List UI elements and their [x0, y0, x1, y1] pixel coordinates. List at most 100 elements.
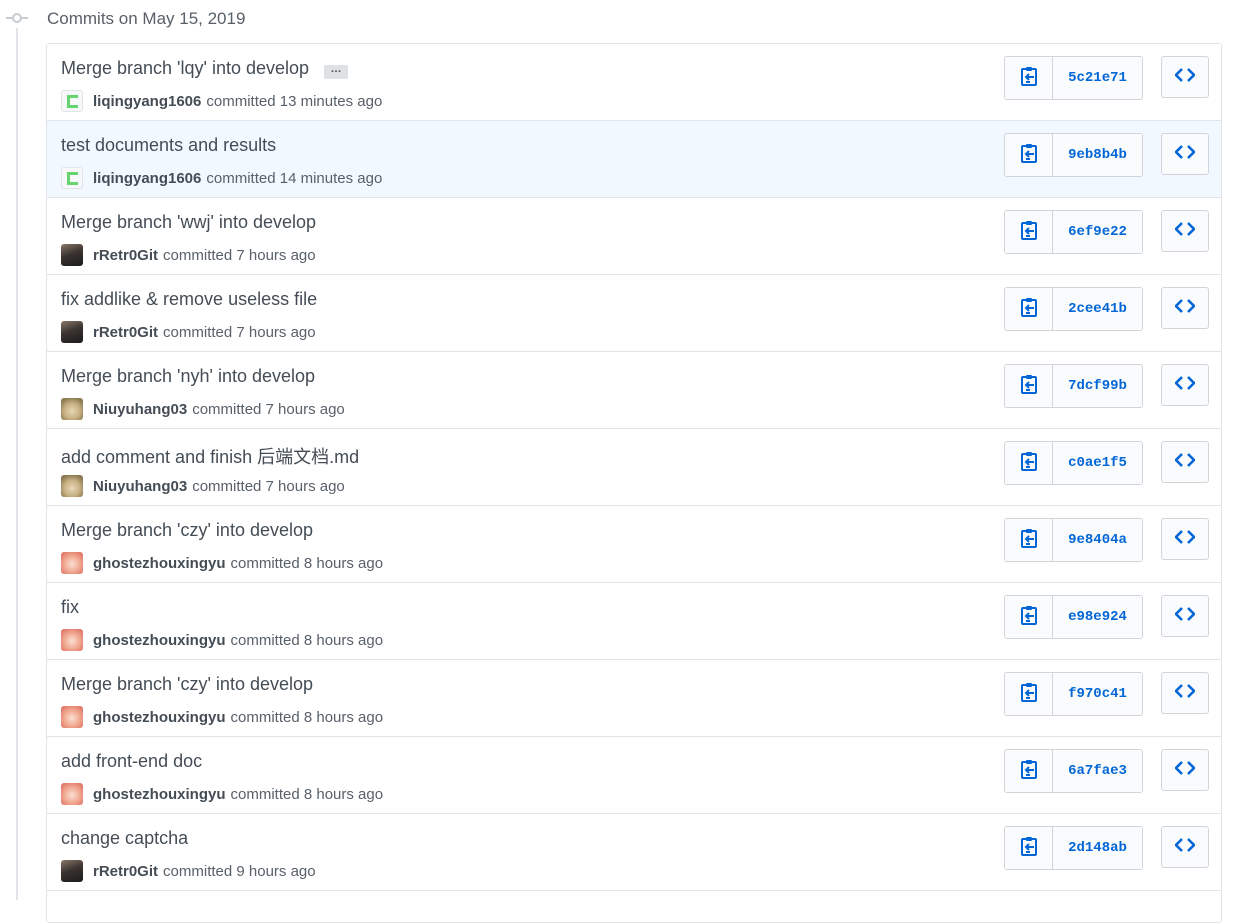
copy-sha-button[interactable] — [1005, 519, 1053, 561]
timeline-line — [16, 28, 18, 900]
avatar[interactable] — [61, 552, 83, 574]
browse-repo-button[interactable] — [1161, 749, 1209, 791]
copy-sha-button[interactable] — [1005, 673, 1053, 715]
clipboard-icon — [1020, 528, 1038, 553]
commit-author-link[interactable]: ghostezhouxingyu — [93, 555, 226, 572]
commit-sha-link[interactable]: 6a7fae3 — [1053, 750, 1142, 792]
commit-time: committed 7 hours ago — [163, 323, 316, 341]
code-icon — [1174, 298, 1196, 318]
commit-message-link[interactable]: change captcha — [61, 828, 188, 848]
code-icon — [1174, 606, 1196, 626]
commit-row: Merge branch 'wwj' into develop rRetr0Gi… — [47, 198, 1221, 275]
commit-row: add comment and finish 后端文档.md Niuyuhang… — [47, 429, 1221, 506]
browse-repo-button[interactable] — [1161, 441, 1209, 483]
avatar[interactable] — [61, 244, 83, 266]
commit-group-header: Commits on May 15, 2019 — [0, 0, 1234, 36]
sha-button-group: f970c41 — [1004, 672, 1143, 716]
commit-sha-link[interactable]: 2d148ab — [1053, 827, 1142, 869]
clipboard-icon — [1020, 759, 1038, 784]
browse-repo-button[interactable] — [1161, 133, 1209, 175]
copy-sha-button[interactable] — [1005, 827, 1053, 869]
commit-message-link[interactable]: Merge branch 'czy' into develop — [61, 520, 313, 540]
code-icon — [1174, 67, 1196, 87]
commit-author-link[interactable]: ghostezhouxingyu — [93, 709, 226, 726]
commit-author-link[interactable]: Niuyuhang03 — [93, 478, 187, 495]
browse-repo-button[interactable] — [1161, 210, 1209, 252]
commit-row: add front-end doc ghostezhouxingyu commi… — [47, 737, 1221, 814]
commit-sha-link[interactable]: c0ae1f5 — [1053, 442, 1142, 484]
browse-repo-button[interactable] — [1161, 595, 1209, 637]
commit-sha-link[interactable]: 5c21e71 — [1053, 57, 1142, 99]
commit-meta: rRetr0Git committed 9 hours ago — [61, 859, 316, 883]
copy-sha-button[interactable] — [1005, 596, 1053, 638]
commit-message-link[interactable]: Merge branch 'lqy' into develop — [61, 58, 309, 78]
commit-time: committed 8 hours ago — [230, 785, 384, 803]
commit-row: test documents and results liqingyang160… — [47, 121, 1221, 198]
commit-time: committed 9 hours ago — [163, 862, 316, 880]
commit-row: change captcha rRetr0Git committed 9 hou… — [47, 814, 1221, 891]
commit-meta: Niuyuhang03 committed 7 hours ago — [61, 397, 345, 421]
commit-message-link[interactable]: add front-end doc — [61, 751, 202, 771]
copy-sha-button[interactable] — [1005, 57, 1053, 99]
sha-button-group: e98e924 — [1004, 595, 1143, 639]
commit-message-link[interactable]: Merge branch 'nyh' into develop — [61, 366, 315, 386]
browse-repo-button[interactable] — [1161, 826, 1209, 868]
commit-message-link[interactable]: Merge branch 'wwj' into develop — [61, 212, 316, 232]
sha-button-group: 6ef9e22 — [1004, 210, 1143, 254]
commit-sha-link[interactable]: f970c41 — [1053, 673, 1142, 715]
avatar[interactable] — [61, 167, 83, 189]
avatar[interactable] — [61, 398, 83, 420]
commit-meta: ghostezhouxingyu committed 8 hours ago — [61, 705, 383, 729]
copy-sha-button[interactable] — [1005, 750, 1053, 792]
commit-author-link[interactable]: ghostezhouxingyu — [93, 786, 226, 803]
commit-sha-link[interactable]: 2cee41b — [1053, 288, 1142, 330]
commit-author-link[interactable]: ghostezhouxingyu — [93, 632, 226, 649]
commit-author-link[interactable]: rRetr0Git — [93, 324, 158, 341]
avatar[interactable] — [61, 783, 83, 805]
avatar[interactable] — [61, 90, 83, 112]
avatar[interactable] — [61, 475, 83, 497]
sha-button-group: 2cee41b — [1004, 287, 1143, 331]
commit-sha-link[interactable]: 9e8404a — [1053, 519, 1142, 561]
commit-author-link[interactable]: liqingyang1606 — [93, 93, 201, 110]
commit-sha-link[interactable]: 9eb8b4b — [1053, 134, 1142, 176]
commit-author-link[interactable]: Niuyuhang03 — [93, 401, 187, 418]
copy-sha-button[interactable] — [1005, 134, 1053, 176]
commit-row: Merge branch 'nyh' into develop Niuyuhan… — [47, 352, 1221, 429]
copy-sha-button[interactable] — [1005, 442, 1053, 484]
avatar[interactable] — [61, 860, 83, 882]
commit-message-link[interactable]: test documents and results — [61, 135, 276, 155]
browse-repo-button[interactable] — [1161, 672, 1209, 714]
commit-message-link[interactable]: Merge branch 'czy' into develop — [61, 674, 313, 694]
clipboard-icon — [1020, 220, 1038, 245]
commit-row: Merge branch 'czy' into develop ghostezh… — [47, 506, 1221, 583]
commit-author-link[interactable]: liqingyang1606 — [93, 170, 201, 187]
browse-repo-button[interactable] — [1161, 287, 1209, 329]
code-icon — [1174, 375, 1196, 395]
commit-message-link[interactable]: fix — [61, 597, 79, 617]
commit-message-link[interactable]: add comment and finish 后端文档.md — [61, 447, 359, 467]
copy-sha-button[interactable] — [1005, 288, 1053, 330]
avatar[interactable] — [61, 629, 83, 651]
avatar[interactable] — [61, 321, 83, 343]
commit-sha-link[interactable]: 7dcf99b — [1053, 365, 1142, 407]
clipboard-icon — [1020, 297, 1038, 322]
expand-message-button[interactable]: … — [324, 64, 349, 79]
browse-repo-button[interactable] — [1161, 364, 1209, 406]
commit-sha-link[interactable]: e98e924 — [1053, 596, 1142, 638]
commit-author-link[interactable]: rRetr0Git — [93, 247, 158, 264]
copy-sha-button[interactable] — [1005, 365, 1053, 407]
commit-sha-link[interactable]: 6ef9e22 — [1053, 211, 1142, 253]
browse-repo-button[interactable] — [1161, 518, 1209, 560]
avatar[interactable] — [61, 706, 83, 728]
commit-time: committed 7 hours ago — [192, 477, 345, 495]
commit-message-link[interactable]: fix addlike & remove useless file — [61, 289, 317, 309]
copy-sha-button[interactable] — [1005, 211, 1053, 253]
commit-meta: rRetr0Git committed 7 hours ago — [61, 320, 316, 344]
clipboard-icon — [1020, 451, 1038, 476]
git-commit-icon — [6, 8, 28, 28]
clipboard-icon — [1020, 66, 1038, 91]
sha-button-group: 2d148ab — [1004, 826, 1143, 870]
browse-repo-button[interactable] — [1161, 56, 1209, 98]
commit-author-link[interactable]: rRetr0Git — [93, 863, 158, 880]
